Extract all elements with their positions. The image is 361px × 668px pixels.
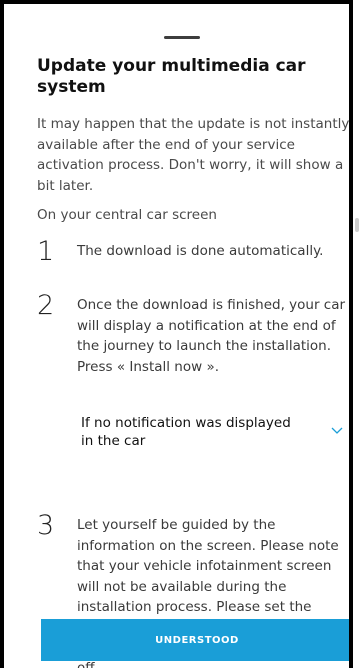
step-text: The download is done automatically. [77,243,324,259]
bottom-sheet: Update your multimedia car system It may… [0,0,353,668]
step-number: 3 [37,510,55,541]
sheet-title: Update your multimedia car system [37,56,306,97]
step-number: 2 [37,290,55,321]
understood-button[interactable]: UNDERSTOOD [41,619,349,661]
step-number: 1 [37,236,55,267]
section-subtitle: On your central car screen [37,207,217,223]
no-notification-accordion[interactable]: If no notification was displayed in the … [81,414,347,460]
trailing-text: off. [77,660,99,668]
chevron-down-icon [331,427,343,434]
step-text: Once the download is finished, your car … [77,297,346,375]
accordion-label: If no notification was displayed in the … [81,415,291,449]
intro-text: It may happen that the update is not ins… [37,116,350,194]
scroll-indicator[interactable] [355,218,359,232]
drag-handle[interactable] [164,36,200,39]
